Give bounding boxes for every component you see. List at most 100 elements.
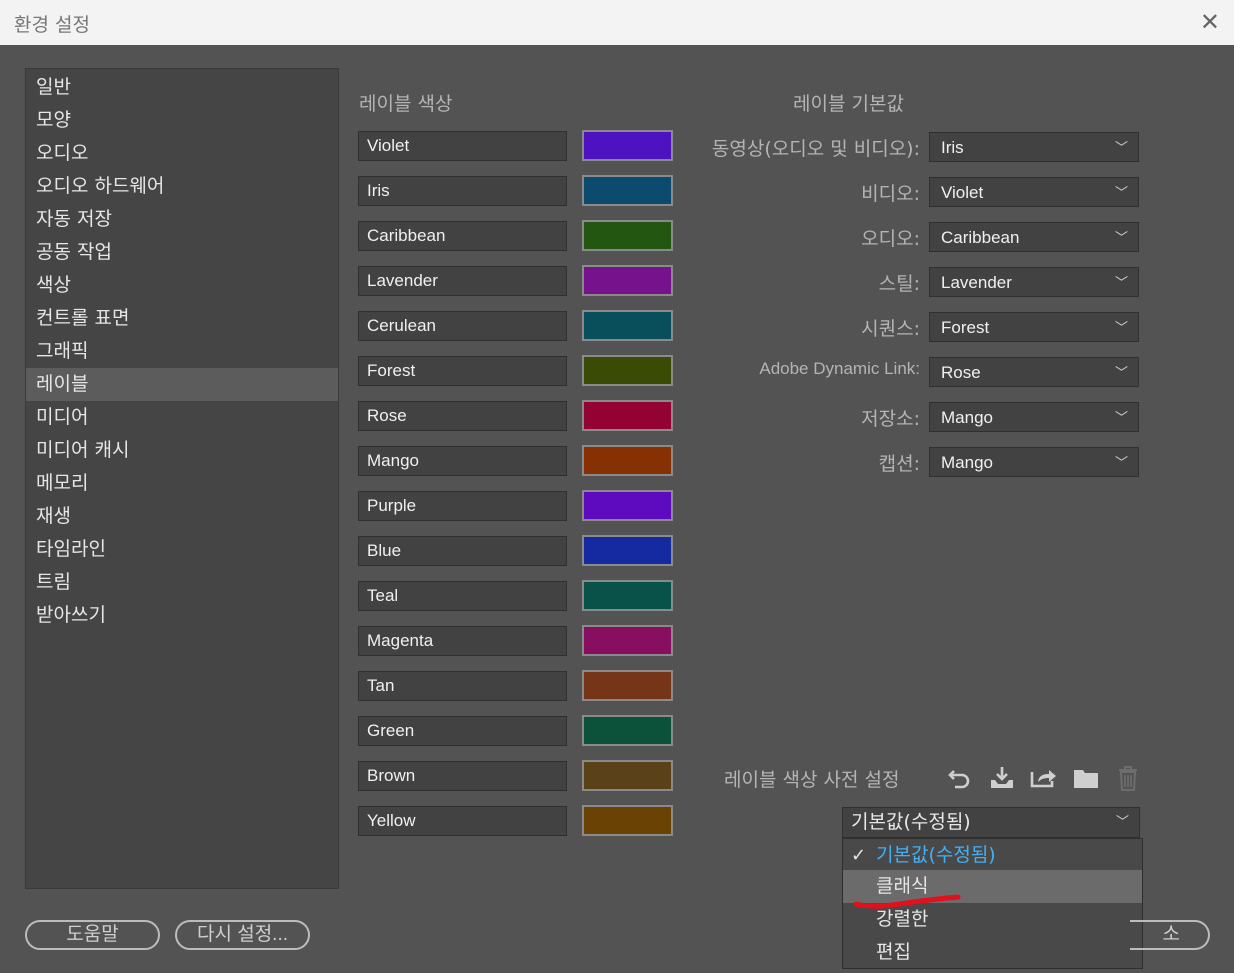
help-button[interactable]: 도움말 [25,920,160,950]
select-value: Iris [941,138,964,157]
label-default-name: 저장소: [861,408,920,430]
color-swatch[interactable] [582,175,673,206]
select-value: Mango [941,408,993,427]
color-swatch[interactable] [582,445,673,476]
select-value: Rose [941,363,981,382]
sidebar-item[interactable]: 일반 [26,71,338,104]
select-value: Caribbean [941,228,1020,247]
select-value: Violet [941,183,984,202]
sidebar-item[interactable]: 메모리 [26,467,338,500]
preset-option-label: 편집 [876,941,911,963]
label-default-select[interactable]: Violet ﹀ [929,177,1139,207]
preset-label: 레이블 색상 사전 설정 [724,769,900,791]
chevron-down-icon: ﹀ [1114,455,1128,470]
folder-icon[interactable] [1072,764,1100,792]
reset-button[interactable]: 다시 설정... [175,920,310,950]
undo-icon[interactable] [946,764,974,792]
sidebar-item[interactable]: 공동 작업 [26,236,338,269]
label-default-name: 오디오: [861,228,920,250]
label-default-select[interactable]: Mango ﹀ [929,447,1139,477]
chevron-down-icon: ﹀ [1114,275,1128,290]
import-icon[interactable] [988,764,1016,792]
label-default-name: 캡션: [878,453,920,475]
chevron-down-icon: ﹀ [1115,815,1129,830]
color-swatch[interactable] [582,355,673,386]
select-value: Mango [941,453,993,472]
select-value: Forest [941,318,990,337]
label-default-name: Adobe Dynamic Link: [759,359,920,378]
color-swatch[interactable] [582,220,673,251]
label-default-select[interactable]: Caribbean ﹀ [929,222,1139,252]
label-name-field[interactable]: Lavender [358,266,567,296]
sidebar-item[interactable]: 오디오 하드웨어 [26,170,338,203]
preferences-sidebar: 일반 모양 오디오 오디오 하드웨어 자동 저장 공동 작업 색상 컨트롤 표면 그래픽 레이블 미… [25,68,339,889]
chevron-down-icon: ﹀ [1114,185,1128,200]
export-icon[interactable] [1029,764,1057,792]
color-swatch[interactable] [582,130,673,161]
label-name-field[interactable]: Green [358,716,567,746]
color-swatch[interactable] [582,265,673,296]
label-name-field[interactable]: Tan [358,671,567,701]
sidebar-item[interactable]: 컨트롤 표면 [26,302,338,335]
color-swatch[interactable] [582,535,673,566]
color-swatch[interactable] [582,400,673,431]
sidebar-list: 일반 모양 오디오 오디오 하드웨어 자동 저장 공동 작업 색상 컨트롤 표면 그래픽 레이블 미… [26,69,338,632]
color-swatch[interactable] [582,580,673,611]
preset-option-label: 기본값(수정됨) [876,844,996,866]
annotation-underline [853,894,961,909]
sidebar-item[interactable]: 타임라인 [26,533,338,566]
color-swatch[interactable] [582,625,673,656]
color-swatch[interactable] [582,715,673,746]
label-default-select[interactable]: Rose ﹀ [929,357,1139,387]
sidebar-item[interactable]: 트림 [26,566,338,599]
label-name-field[interactable]: Teal [358,581,567,611]
cancel-button[interactable]: 소 [1130,920,1210,950]
label-defaults-title: 레이블 기본값 [793,93,904,115]
sidebar-item[interactable]: 받아쓰기 [26,599,338,632]
sidebar-item[interactable]: 재생 [26,500,338,533]
sidebar-item[interactable]: 미디어 [26,401,338,434]
color-swatch[interactable] [582,805,673,836]
color-swatch[interactable] [582,670,673,701]
chevron-down-icon: ﹀ [1114,140,1128,155]
chevron-down-icon: ﹀ [1114,320,1128,335]
title-bar: 환경 설정 ✕ [0,0,1234,45]
label-default-select[interactable]: Lavender ﹀ [929,267,1139,297]
label-name-field[interactable]: Mango [358,446,567,476]
sidebar-item[interactable]: 그래픽 [26,335,338,368]
label-name-field[interactable]: Iris [358,176,567,206]
label-default-name: 동영상(오디오 및 비디오): [711,138,920,160]
color-swatch[interactable] [582,310,673,341]
close-icon[interactable]: ✕ [1200,8,1220,36]
preset-option[interactable]: 편집 [843,936,1142,969]
window-title: 환경 설정 [14,14,90,36]
chevron-down-icon: ﹀ [1114,365,1128,380]
label-name-field[interactable]: Caribbean [358,221,567,251]
label-default-select[interactable]: Forest ﹀ [929,312,1139,342]
label-name-field[interactable]: Brown [358,761,567,791]
label-name-field[interactable]: Violet [358,131,567,161]
label-name-field[interactable]: Purple [358,491,567,521]
sidebar-item[interactable]: 색상 [26,269,338,302]
sidebar-item[interactable]: 자동 저장 [26,203,338,236]
preset-option[interactable]: ✓ 기본값(수정됨) [843,839,1142,872]
trash-icon[interactable] [1114,764,1142,792]
label-name-field[interactable]: Blue [358,536,567,566]
chevron-down-icon: ﹀ [1114,410,1128,425]
preset-selected-value: 기본값(수정됨) [851,811,971,833]
label-default-select[interactable]: Iris ﹀ [929,132,1139,162]
sidebar-item[interactable]: 레이블 [26,368,338,401]
label-name-field[interactable]: Rose [358,401,567,431]
label-name-field[interactable]: Magenta [358,626,567,656]
preset-select[interactable]: 기본값(수정됨) ﹀ [842,807,1140,838]
sidebar-item[interactable]: 오디오 [26,137,338,170]
color-swatch[interactable] [582,490,673,521]
label-name-field[interactable]: Cerulean [358,311,567,341]
label-name-field[interactable]: Forest [358,356,567,386]
color-swatch[interactable] [582,760,673,791]
sidebar-item[interactable]: 모양 [26,104,338,137]
label-colors-title: 레이블 색상 [359,93,453,115]
sidebar-item[interactable]: 미디어 캐시 [26,434,338,467]
label-name-field[interactable]: Yellow [358,806,567,836]
label-default-select[interactable]: Mango ﹀ [929,402,1139,432]
